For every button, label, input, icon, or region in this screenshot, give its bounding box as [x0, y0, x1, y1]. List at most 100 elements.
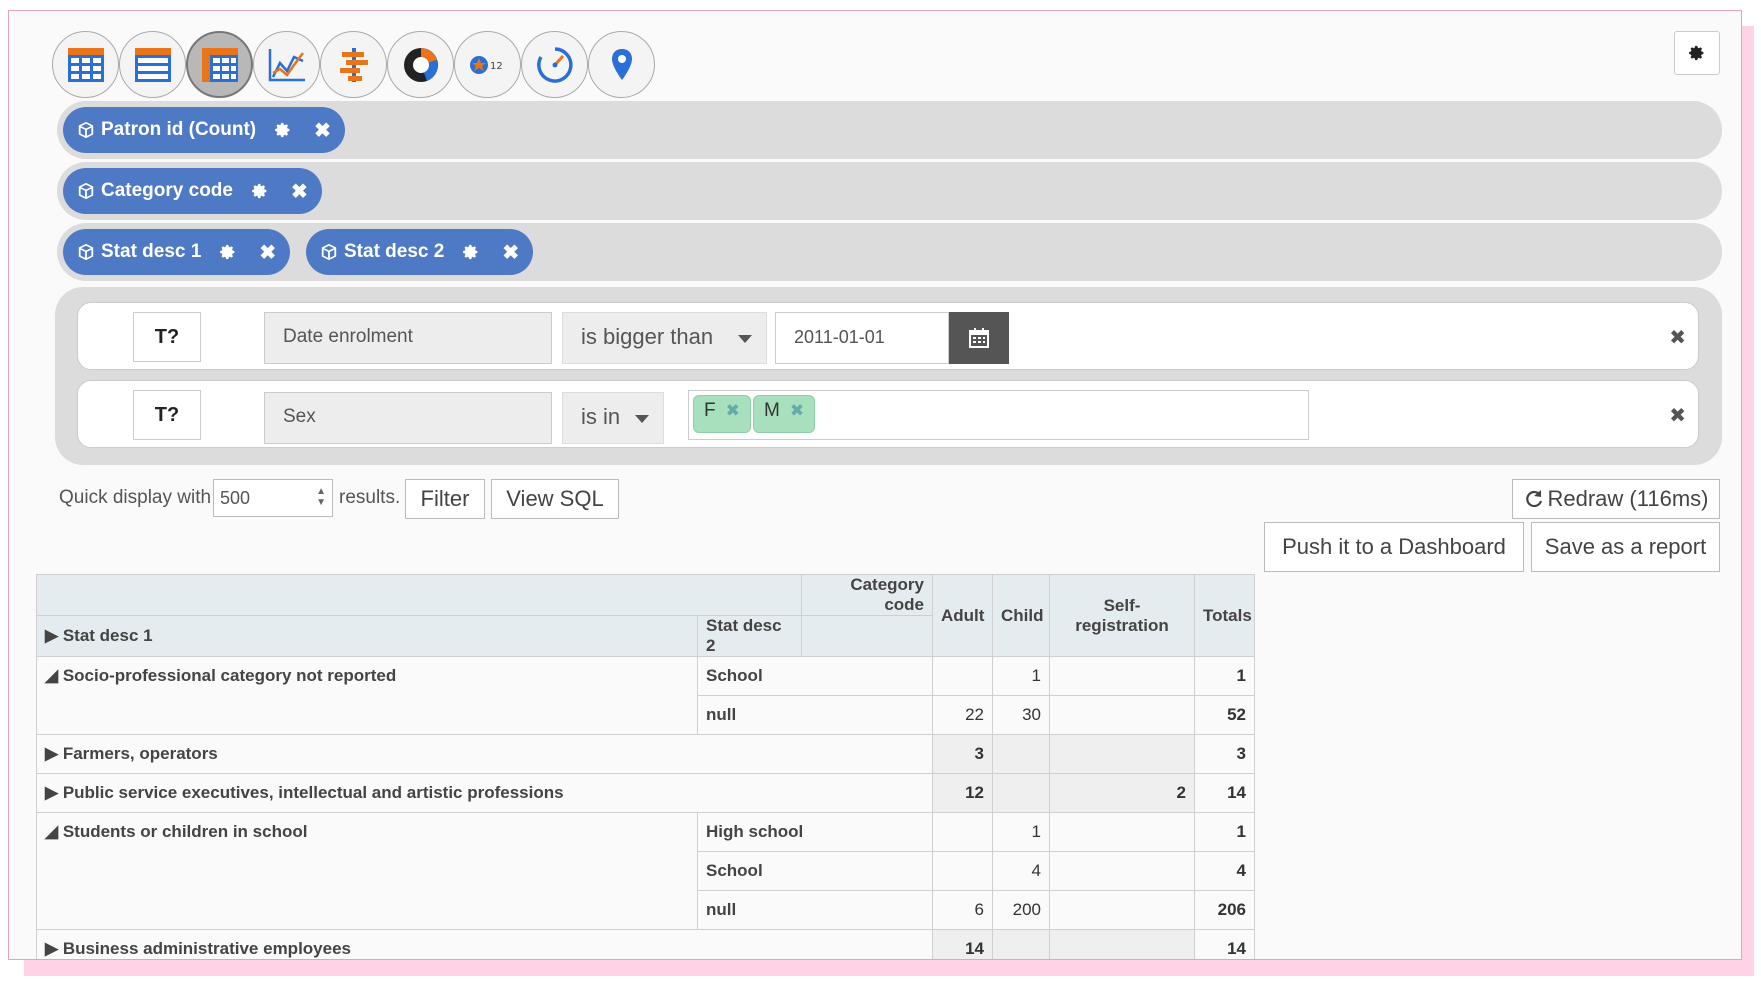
group-label-text: Public service executives, intellectual …	[62, 783, 564, 802]
measure-pill[interactable]: Patron id (Count) ✖	[63, 107, 345, 153]
row-dimension-header-1[interactable]: ▶ Stat desc 1	[36, 615, 698, 657]
svg-text:12: 12	[490, 61, 503, 72]
quick-display-input[interactable]: 500 ▲ ▼	[213, 479, 333, 517]
gear-icon[interactable]	[462, 243, 480, 261]
close-icon[interactable]: ✖	[259, 240, 276, 265]
close-icon[interactable]: ✖	[790, 401, 804, 420]
tag-item: M ✖	[753, 395, 816, 433]
close-icon[interactable]: ✖	[502, 240, 519, 265]
group-label-text: Farmers, operators	[62, 744, 218, 763]
kpi-button[interactable]: 12	[454, 31, 521, 98]
pivot-table-button[interactable]	[186, 31, 253, 98]
gear-icon[interactable]	[219, 243, 237, 261]
cell-value	[1049, 695, 1195, 735]
filter-operator-select[interactable]: is bigger than	[562, 312, 767, 364]
cell-subtotal	[1049, 929, 1195, 959]
filter-button[interactable]: Filter	[405, 479, 485, 519]
list-view-icon	[134, 47, 171, 82]
cell-subtotal: 14	[932, 929, 993, 959]
column-header[interactable]: Totals	[1194, 574, 1255, 657]
row-pill-2[interactable]: Stat desc 2 ✖	[306, 229, 534, 275]
close-icon[interactable]: ✖	[291, 179, 308, 204]
column-header[interactable]: Child	[992, 574, 1050, 657]
settings-button[interactable]	[1674, 31, 1720, 75]
spinner-arrows-icon[interactable]: ▲ ▼	[316, 486, 326, 508]
cell-value	[932, 812, 993, 852]
funnel-icon[interactable]: T?	[133, 390, 201, 440]
group-label[interactable]: ▶ Farmers, operators	[36, 734, 933, 774]
table-view-button[interactable]	[52, 31, 119, 98]
filter-tags-input[interactable]: F ✖ M ✖	[688, 390, 1309, 440]
gear-icon[interactable]	[251, 182, 269, 200]
column-pill[interactable]: Category code ✖	[63, 168, 322, 214]
collapse-arrow-icon[interactable]: ◢	[45, 822, 58, 841]
filter-date-input[interactable]: 2011-01-01	[775, 312, 949, 364]
cell-subtotal: 12	[932, 773, 993, 813]
column-header[interactable]: Self-registration	[1049, 574, 1195, 657]
table-row: ◢ Socio-professional category not report…	[36, 656, 1255, 735]
gauge-button[interactable]	[521, 31, 588, 98]
row-dimension-label: Stat desc 1	[62, 626, 153, 645]
columns-zone[interactable]: Category code ✖	[57, 162, 1722, 220]
table-row: ◢ Students or children in school High sc…	[36, 812, 1255, 930]
pie-chart-button[interactable]	[387, 31, 454, 98]
expand-arrow-icon[interactable]: ▶	[45, 626, 58, 645]
rows-zone[interactable]: Stat desc 1 ✖ Stat desc 2 ✖	[57, 223, 1722, 281]
calendar-button[interactable]	[949, 312, 1009, 364]
pivot-table: Category code Adult Child Self-registrat…	[36, 574, 1255, 959]
column-dimension-header[interactable]: Category code	[801, 574, 933, 616]
gauge-icon	[536, 46, 573, 83]
expand-arrow-icon[interactable]: ▶	[45, 783, 58, 802]
remove-filter-icon[interactable]: ✖	[1669, 403, 1686, 428]
cell-subtotal	[1049, 734, 1195, 774]
redraw-button[interactable]: Redraw (116ms)	[1512, 479, 1720, 519]
pie-chart-icon	[403, 47, 438, 82]
measures-zone[interactable]: Patron id (Count) ✖	[57, 101, 1722, 159]
cell-value	[1049, 812, 1195, 852]
map-button[interactable]	[588, 31, 655, 98]
cell-subtotal	[992, 734, 1050, 774]
expand-arrow-icon[interactable]: ▶	[45, 939, 58, 958]
cell-value: 4	[992, 851, 1050, 891]
group-label[interactable]: ▶ Business administrative employees	[36, 929, 933, 959]
list-view-button[interactable]	[119, 31, 186, 98]
refresh-icon	[1525, 490, 1542, 508]
cell-value	[1049, 656, 1195, 696]
row-pill-label: Stat desc 2	[344, 241, 445, 262]
line-chart-button[interactable]	[253, 31, 320, 98]
gear-icon[interactable]	[274, 121, 292, 139]
pivot-table-icon	[201, 47, 238, 82]
filter-field[interactable]: Date enrolment	[264, 312, 552, 364]
close-icon[interactable]: ✖	[314, 118, 331, 143]
tag-item: F ✖	[693, 395, 751, 433]
collapse-arrow-icon[interactable]: ◢	[45, 666, 58, 685]
row-pill-1[interactable]: Stat desc 1 ✖	[63, 229, 291, 275]
group-label[interactable]: ◢ Socio-professional category not report…	[36, 656, 698, 735]
calendar-icon	[969, 328, 989, 348]
cell-value: 30	[992, 695, 1050, 735]
column-header[interactable]: Adult	[932, 574, 993, 657]
cell-value	[932, 656, 993, 696]
funnel-icon[interactable]: T?	[133, 312, 201, 362]
cell-total: 14	[1194, 773, 1255, 813]
group-label[interactable]: ◢ Students or children in school	[36, 812, 698, 930]
expand-arrow-icon[interactable]: ▶	[45, 744, 58, 763]
cell-subtotal: 3	[932, 734, 993, 774]
cell-subtotal	[992, 929, 1050, 959]
bar-chart-button[interactable]	[320, 31, 387, 98]
cell-value: 1	[992, 656, 1050, 696]
save-report-button[interactable]: Save as a report	[1531, 522, 1720, 572]
row-dimension-header-2[interactable]: Stat desc 2	[697, 615, 802, 657]
row-pill-label: Stat desc 1	[101, 241, 202, 262]
remove-filter-icon[interactable]: ✖	[1669, 325, 1686, 350]
push-dashboard-button[interactable]: Push it to a Dashboard	[1264, 522, 1524, 572]
cell-subtotal: 2	[1049, 773, 1195, 813]
close-icon[interactable]: ✖	[726, 401, 740, 420]
kpi-icon: 12	[469, 55, 503, 74]
filter-operator-select[interactable]: is in	[562, 392, 664, 444]
group-label[interactable]: ▶ Public service executives, intellectua…	[36, 773, 933, 813]
filter-field[interactable]: Sex	[264, 392, 552, 444]
view-sql-button[interactable]: View SQL	[491, 479, 619, 519]
table-row: ▶ Farmers, operators 3 3	[36, 734, 1255, 774]
cell-subtotal	[992, 773, 1050, 813]
